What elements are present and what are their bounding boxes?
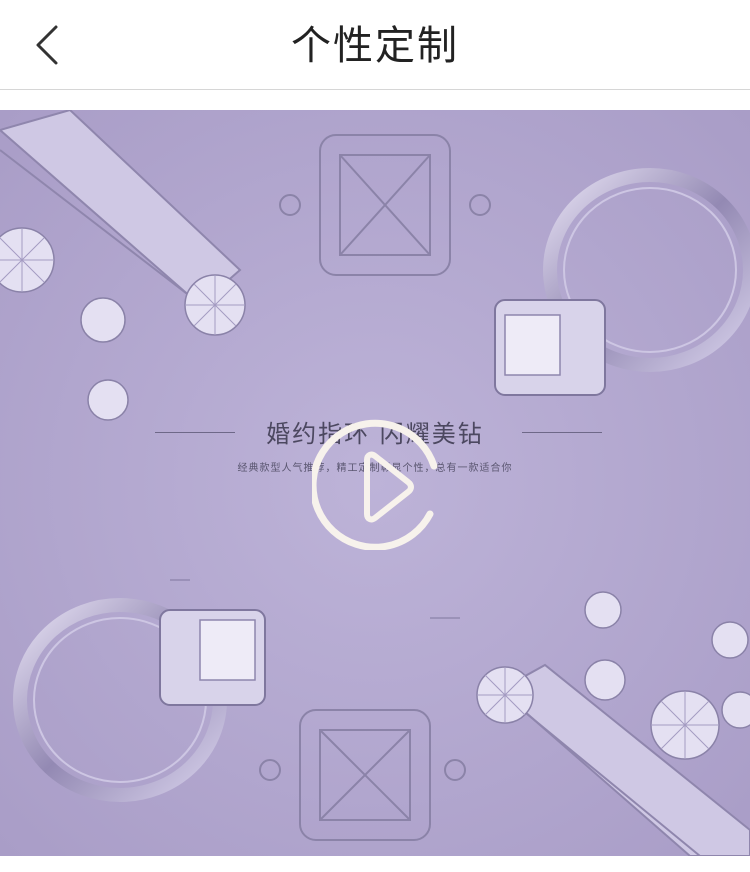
back-button[interactable] bbox=[20, 18, 74, 72]
video-player[interactable]: 婚约指环 闪耀美钻 经典款型人气推荐，精工定制彰显个性，总有一款适合你 bbox=[0, 110, 750, 856]
play-circle-icon bbox=[309, 419, 438, 551]
top-nav-bar: 个性定制 bbox=[0, 0, 750, 90]
chevron-left-icon bbox=[36, 25, 58, 65]
play-button[interactable] bbox=[309, 416, 446, 551]
page-title: 个性定制 bbox=[291, 23, 459, 69]
